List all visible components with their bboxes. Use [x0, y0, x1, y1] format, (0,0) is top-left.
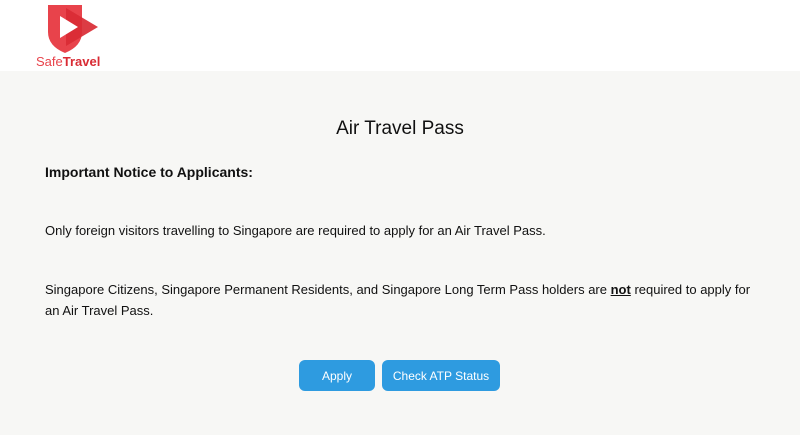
apply-button[interactable]: Apply	[299, 360, 375, 391]
notice-emphasis-not: not	[610, 282, 631, 297]
check-atp-status-button[interactable]: Check ATP Status	[382, 360, 500, 391]
safetravel-logo-icon	[48, 5, 98, 53]
main-content: Air Travel Pass Important Notice to Appl…	[0, 71, 800, 435]
notice-paragraph-residents-start: Singapore Citizens, Singapore Permanent …	[45, 282, 611, 297]
notice-heading: Important Notice to Applicants:	[45, 164, 253, 180]
logo-wordmark-travel: Travel	[62, 54, 101, 69]
notice-paragraph-visitors: Only foreign visitors travelling to Sing…	[45, 223, 546, 238]
logo-wordmark: SafeTravel	[36, 54, 100, 70]
site-header: SafeTravel	[0, 0, 800, 71]
page-title: Air Travel Pass	[336, 118, 464, 139]
notice-paragraph-residents: Singapore Citizens, Singapore Permanent …	[45, 279, 765, 321]
safetravel-logo[interactable]: SafeTravel	[34, 2, 114, 70]
logo-wordmark-safe: Safe	[36, 54, 63, 69]
